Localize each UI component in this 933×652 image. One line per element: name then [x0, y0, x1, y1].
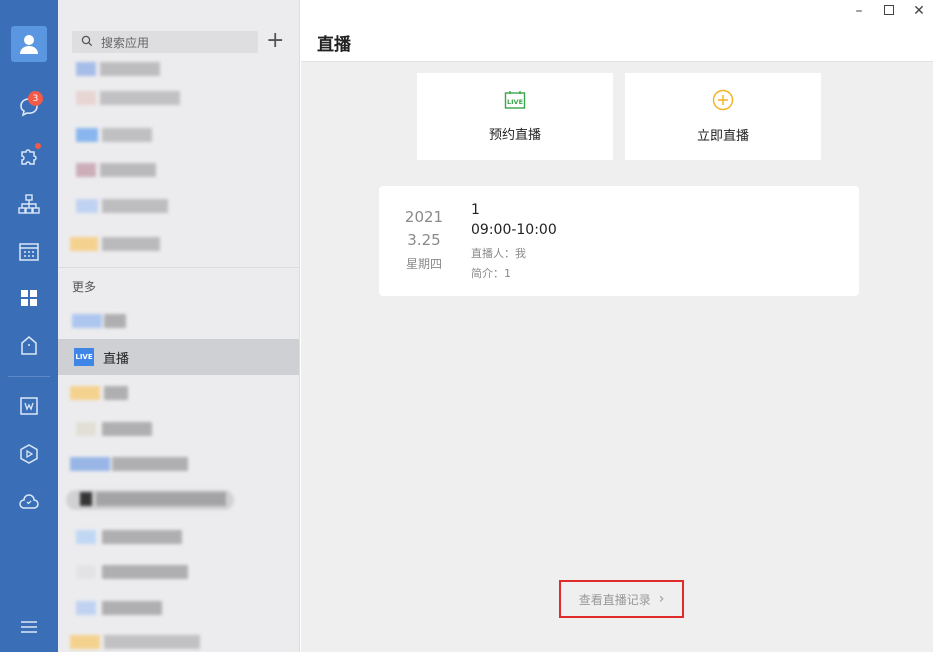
- redacted-app-item[interactable]: [66, 490, 234, 510]
- apps-grid-icon[interactable]: [15, 284, 43, 312]
- maximize-button[interactable]: [879, 3, 899, 19]
- house-icon[interactable]: [15, 331, 43, 359]
- session-year: 2021: [404, 208, 444, 226]
- user-avatar-icon[interactable]: [11, 26, 47, 62]
- close-button[interactable]: ✕: [909, 3, 929, 19]
- redacted-app-item[interactable]: [66, 420, 162, 440]
- reserve-live-label: 预约直播: [488, 128, 541, 143]
- session-info: 1 09:00-10:00 直播人：我 简介：1: [471, 200, 557, 284]
- redacted-app-item[interactable]: [66, 126, 156, 146]
- title-bar: 直播 – ✕: [301, 0, 933, 62]
- redacted-app-item[interactable]: [66, 633, 206, 652]
- notification-dot: [35, 143, 41, 149]
- maximize-icon: [884, 5, 894, 15]
- live-app-label: 直播: [103, 351, 130, 367]
- redacted-app-item[interactable]: [66, 528, 186, 548]
- redacted-app-item[interactable]: [66, 89, 184, 109]
- reserve-live-button[interactable]: LIVE 预约直播: [417, 73, 613, 160]
- chevron-right-icon: ›: [658, 591, 665, 607]
- redacted-app-item[interactable]: [66, 197, 176, 217]
- search-input[interactable]: 搜索应用: [72, 31, 258, 53]
- redacted-app-item[interactable]: [66, 161, 162, 181]
- live-calendar-icon: LIVE: [504, 90, 526, 114]
- menu-icon[interactable]: [15, 613, 43, 641]
- main-panel: 直播 – ✕ LIVE 预约直播 立即直播 2021 3.25 星期四 1 09…: [301, 0, 933, 652]
- phone-cloud-icon[interactable]: [15, 488, 43, 516]
- minimize-button[interactable]: –: [849, 3, 869, 19]
- start-live-label: 立即直播: [696, 129, 749, 144]
- svg-text:LIVE: LIVE: [507, 98, 523, 106]
- redacted-app-item[interactable]: [66, 312, 136, 332]
- app-window: 3 搜索应用 + 更多 LIVE 直播 直播 – ✕ LIVE 预约直播 立即直…: [0, 0, 933, 652]
- session-time: 09:00-10:00: [471, 222, 557, 238]
- live-session-card[interactable]: 2021 3.25 星期四 1 09:00-10:00 直播人：我 简介：1: [379, 186, 859, 296]
- redacted-app-item[interactable]: [66, 563, 196, 583]
- search-icon: [81, 35, 93, 50]
- unread-badge: 3: [28, 91, 43, 106]
- start-live-button[interactable]: 立即直播: [625, 73, 821, 160]
- redacted-app-item[interactable]: [66, 384, 136, 404]
- redacted-app-item[interactable]: [66, 235, 166, 255]
- org-chart-icon[interactable]: [15, 190, 43, 218]
- page-title: 直播: [317, 35, 351, 55]
- history-label: 查看直播记录: [578, 592, 651, 607]
- session-date: 2021 3.25 星期四: [379, 206, 469, 274]
- live-app-item[interactable]: LIVE 直播: [58, 339, 299, 375]
- document-icon[interactable]: [15, 392, 43, 420]
- plus-circle-icon: [712, 89, 734, 115]
- search-placeholder: 搜索应用: [101, 35, 150, 50]
- redacted-app-item[interactable]: [66, 60, 166, 80]
- calendar-icon[interactable]: [15, 237, 43, 265]
- add-app-button[interactable]: +: [266, 30, 284, 52]
- live-icon: LIVE: [74, 348, 94, 366]
- section-more-label: 更多: [72, 280, 97, 294]
- redacted-app-item[interactable]: [66, 599, 166, 619]
- session-title: 1: [471, 202, 480, 218]
- session-weekday: 星期四: [405, 257, 442, 271]
- session-host: 直播人：我: [471, 247, 526, 260]
- list-divider: [58, 267, 299, 268]
- left-rail: 3: [0, 0, 58, 652]
- app-list-panel: 搜索应用 + 更多 LIVE 直播: [58, 0, 300, 652]
- redacted-app-item[interactable]: [66, 455, 196, 475]
- rail-divider: [8, 376, 50, 377]
- cube-icon[interactable]: [15, 440, 43, 468]
- session-day: 3.25: [407, 231, 441, 249]
- session-intro: 简介：1: [471, 267, 511, 280]
- view-live-history-link[interactable]: 查看直播记录 ›: [559, 580, 684, 618]
